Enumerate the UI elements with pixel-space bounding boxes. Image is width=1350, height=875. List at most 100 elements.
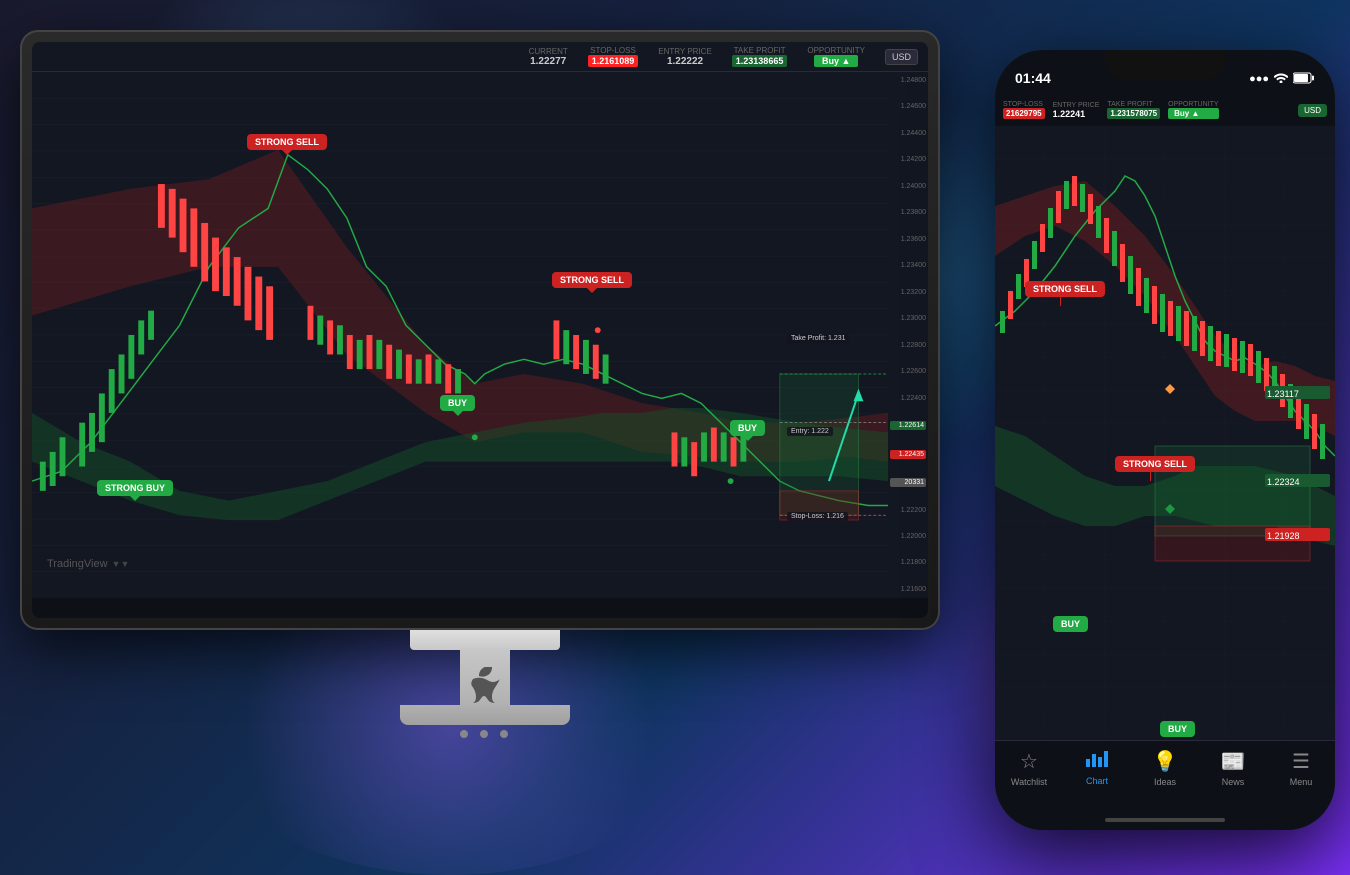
trade-label-tp: Take Profit: 1.231 [787,334,849,343]
iph-label-entry: ENTRY PRICE [1053,102,1100,109]
signal-buy-2: BUY [730,420,765,436]
header-current: CURRENT 1.22277 [529,47,568,67]
price-level: 1.23400 [890,262,926,269]
price-level: 1.24000 [890,183,926,190]
home-bar [1105,818,1225,822]
iphone-device: 01:44 ●●● [995,50,1335,830]
price-level: 1.22400 [890,395,926,402]
nav-label-news: News [1222,777,1245,787]
imac-chin [410,630,560,650]
price-level: 1.24600 [890,103,926,110]
header-entry: ENTRY PRICE 1.22222 [658,47,712,67]
nav-menu[interactable]: ☰ Menu [1267,749,1335,787]
news-icon: 📰 [1221,749,1246,774]
header-stoploss: STOP-LOSS 1.2161089 [588,46,639,67]
svg-text:1.23117: 1.23117 [1267,389,1299,399]
price-level-highlight-gray: 20331 [890,478,926,487]
imac-bezel: CURRENT 1.22277 STOP-LOSS 1.2161089 ENTR… [20,30,940,630]
imac-stand-base [400,705,570,725]
menu-icon: ☰ [1292,749,1310,774]
dot-2 [480,730,488,738]
iph-opp-col: OPPORTUNITY Buy ▲ [1168,101,1218,119]
nav-chart[interactable]: Chart [1063,749,1131,786]
iph-signal-line-1 [1060,291,1061,306]
nav-label-ideas: Ideas [1154,777,1176,787]
label-entry: ENTRY PRICE [658,47,712,56]
chart-icon [1086,749,1108,773]
iphone-chart-area: 6 8 12:00 13 ⚙ tv 1.23117 1.22324 1.21 [995,126,1335,786]
iphone-screen: 01:44 ●●● [995,50,1335,830]
iphone-notch [1105,50,1225,80]
price-level: 1.23000 [890,315,926,322]
iph-signal-line-2 [1150,466,1151,481]
price-axis: 1.24800 1.24600 1.24400 1.24200 1.24000 … [888,72,928,598]
chart-header: CURRENT 1.22277 STOP-LOSS 1.2161089 ENTR… [32,42,928,72]
apple-logo [465,665,505,705]
price-level-highlight: 1.22614 [890,421,926,430]
bottom-nav: ☆ Watchlist Chart 💡 [995,740,1335,830]
nav-label-menu: Menu [1290,777,1313,787]
iph-value-entry: 1.22241 [1053,109,1100,119]
svg-text:1.21928: 1.21928 [1267,531,1300,541]
signal-buy-1: BUY [440,395,475,411]
wifi-icon [1274,72,1288,86]
trade-label-sl: Stop-Loss: 1.216 [787,512,848,521]
battery-icon [1293,72,1315,86]
label-stoploss: STOP-LOSS [590,46,636,55]
value-opportunity: Buy ▲ [814,55,858,67]
imac-screen: CURRENT 1.22277 STOP-LOSS 1.2161089 ENTR… [32,42,928,618]
nav-ideas[interactable]: 💡 Ideas [1131,749,1199,787]
watchlist-icon: ☆ [1020,749,1038,774]
iph-stoploss-col: STOP-LOSS 21629795 [1003,101,1045,119]
iph-signal-buy-2: BUY [1160,721,1195,737]
label-takeprofit: TAKE PROFIT [734,46,786,55]
signal-icon: ●●● [1249,73,1269,85]
iph-signal-strong-sell-2: STRONG SELL [1115,456,1195,472]
trade-label-entry: Entry: 1.222 [787,427,833,436]
price-level-highlight-red: 1.22435 [890,450,926,459]
label-current: CURRENT [529,47,568,56]
nav-news[interactable]: 📰 News [1199,749,1267,787]
iph-label-opp: OPPORTUNITY [1168,101,1218,108]
price-level: 1.23600 [890,236,926,243]
price-level: 1.22200 [890,507,926,514]
header-takeprofit: TAKE PROFIT 1.23138665 [732,46,788,67]
iph-value-tp: 1.231578075 [1107,108,1160,119]
iph-signal-strong-sell-1: STRONG SELL [1025,281,1105,297]
value-current: 1.22277 [530,56,566,67]
tv-logo-icon: ▼▼ [112,559,130,569]
nav-label-chart: Chart [1086,776,1108,786]
nav-watchlist[interactable]: ☆ Watchlist [995,749,1063,787]
price-level: 1.22600 [890,368,926,375]
iph-tp-col: TAKE PROFIT 1.231578075 [1107,101,1160,119]
tv-logo-text: TradingView [47,558,108,570]
status-time: 01:44 [1015,70,1051,86]
svg-text:1.22324: 1.22324 [1267,477,1300,487]
status-icons: ●●● [1249,72,1315,86]
nav-label-watchlist: Watchlist [1011,777,1047,787]
imac-device: CURRENT 1.22277 STOP-LOSS 1.2161089 ENTR… [20,30,960,780]
iphone-chart-header: STOP-LOSS 21629795 ENTRY PRICE 1.22241 T… [995,94,1335,126]
dot-3 [500,730,508,738]
iph-currency-badge: USD [1298,104,1327,117]
label-opportunity: OPPORTUNITY [807,46,865,55]
iph-signal-buy-1: BUY [1053,616,1088,632]
imac-dots [460,730,508,738]
currency-badge: USD [885,49,918,65]
value-entry: 1.22222 [667,56,703,67]
price-level: 1.24800 [890,77,926,84]
price-level: 1.21800 [890,559,926,566]
iph-label-sl: STOP-LOSS [1003,101,1045,108]
ideas-icon: 💡 [1153,749,1178,774]
iph-entry-col: ENTRY PRICE 1.22241 [1053,102,1100,119]
price-level: 1.23200 [890,289,926,296]
iphone-body: 01:44 ●●● [995,50,1335,830]
value-takeprofit: 1.23138665 [732,55,788,67]
iph-label-tp: TAKE PROFIT [1107,101,1160,108]
header-opportunity: OPPORTUNITY Buy ▲ [807,46,865,67]
dot-1 [460,730,468,738]
signal-strong-sell-1: STRONG SELL [247,134,327,150]
price-level: 1.24400 [890,130,926,137]
price-level: 1.22000 [890,533,926,540]
price-level: 1.21600 [890,586,926,593]
